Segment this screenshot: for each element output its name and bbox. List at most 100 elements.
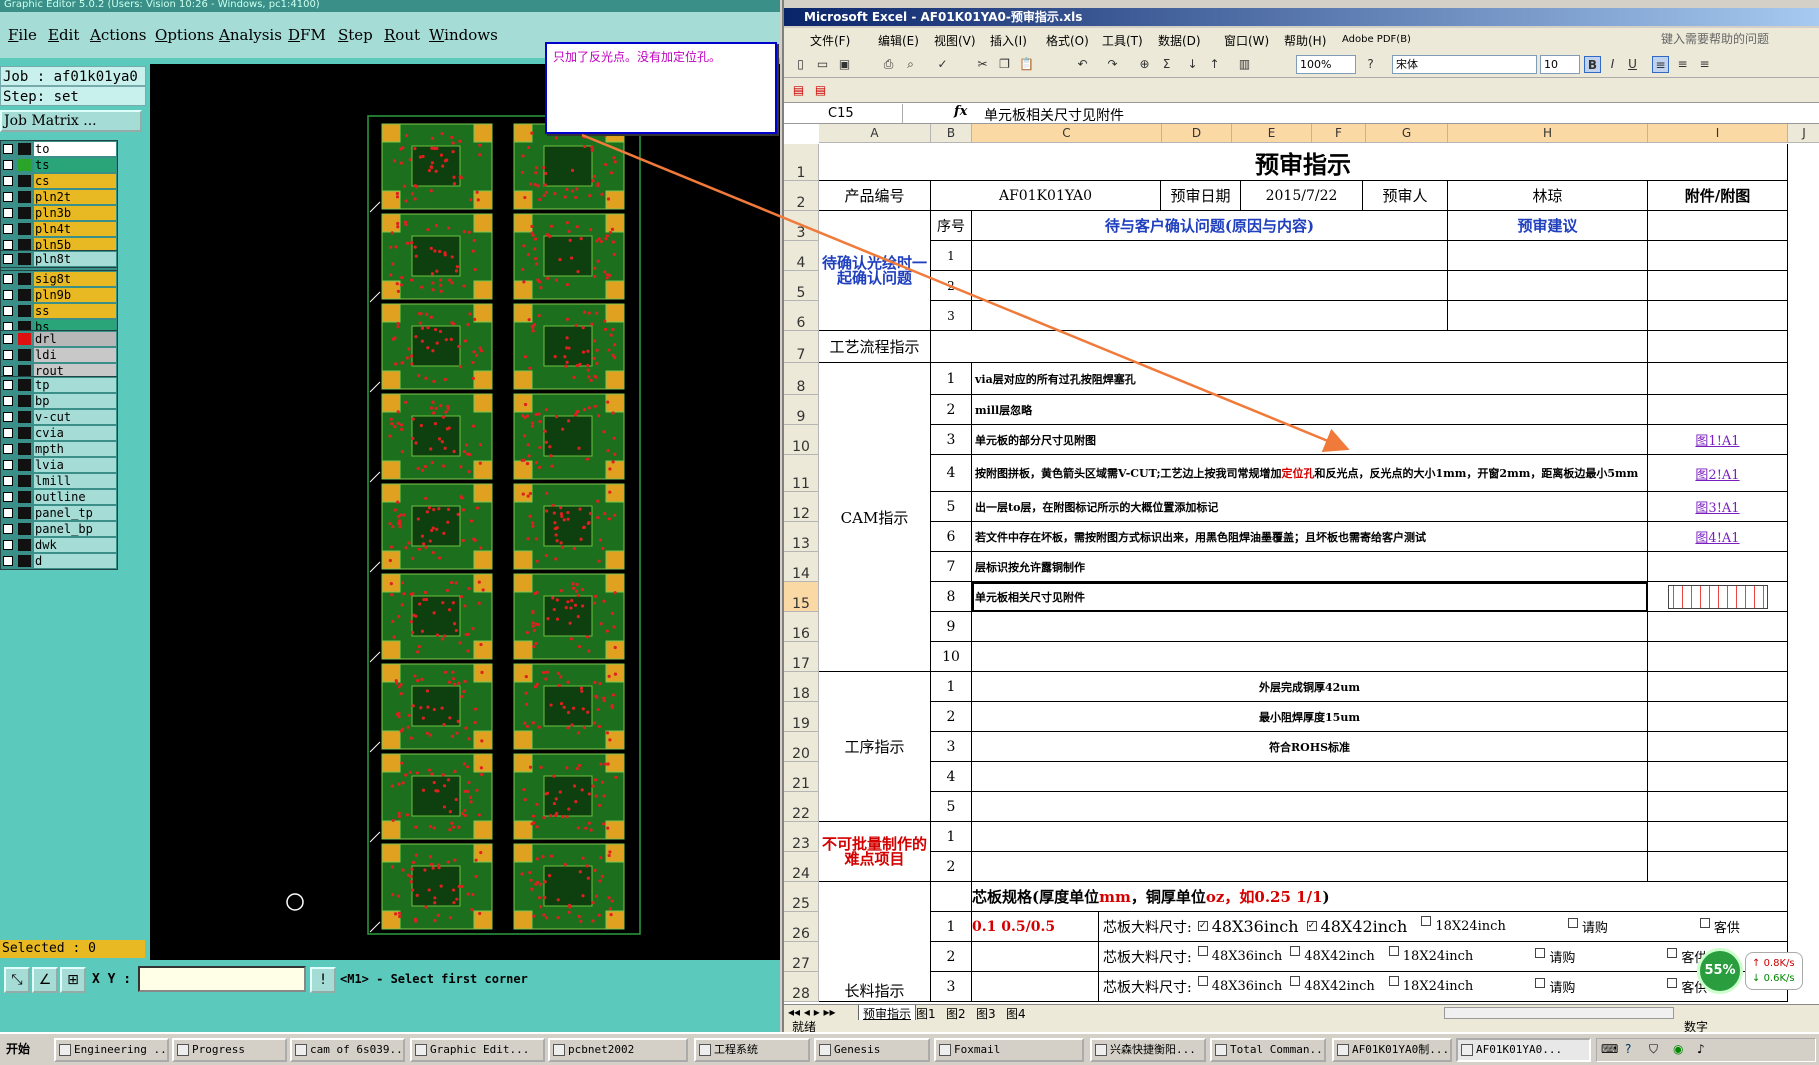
suggest-cell[interactable] [1448, 271, 1648, 301]
copy-icon[interactable]: ❐ [996, 56, 1013, 73]
layer-checkbox[interactable] [3, 208, 13, 218]
layer-checkbox[interactable] [3, 476, 13, 486]
tray-icon-sound[interactable]: ♪ [1697, 1042, 1705, 1056]
layer-color-swatch[interactable] [18, 459, 31, 471]
taskbar-item[interactable]: Total Comman... [1210, 1038, 1326, 1062]
layer-color-swatch[interactable] [18, 273, 31, 285]
cam-instruction[interactable]: via层对应的所有过孔按阻焊塞孔 [972, 363, 1648, 395]
layer-row[interactable]: pln2t [1, 189, 117, 205]
xy-input[interactable] [138, 966, 306, 992]
help-search-input[interactable]: 键入需要帮助的问题 [1661, 30, 1811, 48]
seq-number[interactable]: 3 [931, 732, 972, 762]
op-section-label[interactable]: 工序指示 [819, 672, 931, 822]
layer-color-swatch[interactable] [18, 491, 31, 503]
reviewer-label[interactable]: 预审人 [1363, 181, 1448, 211]
cam-instruction[interactable]: 出一层to层，在附图标记所示的大概位置添加标记 [972, 492, 1648, 522]
seq-number[interactable]: 3 [931, 425, 972, 455]
row-header[interactable]: 21 [784, 762, 819, 792]
seq-number[interactable]: 6 [931, 522, 972, 552]
measure-icon[interactable]: ∠ [32, 967, 58, 993]
function-icon[interactable]: fx [954, 104, 967, 119]
row-header[interactable]: 4 [784, 241, 819, 271]
convert-pdf-icon[interactable]: ▤ [790, 82, 807, 99]
size-18x24-checkbox[interactable] [1421, 916, 1432, 926]
layer-row[interactable]: ss [1, 303, 117, 319]
layer-color-swatch[interactable] [18, 555, 31, 567]
layer-color-swatch[interactable] [18, 207, 31, 219]
customer-supply-checkbox[interactable] [1667, 978, 1678, 988]
seq-number[interactable]: 5 [931, 492, 972, 522]
seq-number[interactable]: 2 [931, 702, 972, 732]
row-header[interactable]: 23 [784, 822, 819, 852]
layer-row[interactable]: sig8t [1, 271, 117, 287]
spelling-icon[interactable]: ✓ [934, 56, 951, 73]
size-18x24-checkbox[interactable] [1388, 976, 1399, 986]
row-header[interactable]: 15 [784, 582, 819, 612]
row-header[interactable]: 13 [784, 522, 819, 552]
size-48x36-checkbox[interactable]: ✓ [1197, 921, 1208, 931]
attach-cell[interactable] [1648, 271, 1788, 301]
layer-color-swatch[interactable] [18, 539, 31, 551]
op-instruction[interactable]: 最小阻焊厚度15um [972, 702, 1648, 732]
column-header[interactable]: C [972, 124, 1162, 143]
customer-supply-checkbox[interactable] [1667, 948, 1678, 958]
paste-icon[interactable]: 📋 [1018, 56, 1035, 73]
op-instruction[interactable]: 外层完成铜厚42um [972, 672, 1648, 702]
excel-menu-view[interactable]: 视图(V) [934, 32, 976, 49]
layer-row[interactable]: pln4t [1, 221, 117, 237]
layer-checkbox[interactable] [3, 460, 13, 470]
layer-row[interactable]: bp [1, 393, 117, 409]
size-48x42-checkbox[interactable] [1290, 946, 1301, 956]
process-section-label[interactable]: 工艺流程指示 [819, 331, 931, 363]
layer-row[interactable]: drl [1, 331, 117, 347]
print-preview-icon[interactable]: ⌕ [902, 56, 919, 73]
row-header[interactable]: 6 [784, 301, 819, 331]
cam-menu-edit[interactable]: Edit [48, 26, 79, 44]
layer-checkbox[interactable] [3, 144, 13, 154]
italic-icon[interactable]: I [1604, 56, 1621, 73]
product-no-label[interactable]: 产品编号 [819, 181, 931, 211]
size-18x24-option[interactable]: 18X24inch [1421, 916, 1506, 934]
core-size-row[interactable]: 芯板大料尺寸: 48X36inch 48X42inch 18X24inch 请购 客供 [1099, 942, 1788, 972]
bold-icon[interactable]: B [1584, 56, 1601, 73]
hard-cell[interactable] [972, 822, 1648, 852]
sheet-title[interactable]: 预审指示 [819, 144, 1788, 181]
taskbar-item[interactable]: Engineering ... [54, 1038, 169, 1062]
row-header[interactable]: 10 [784, 425, 819, 455]
row-header[interactable]: 25 [784, 882, 819, 912]
layer-color-swatch[interactable] [18, 427, 31, 439]
seq-number[interactable]: 3 [931, 301, 972, 331]
row-header[interactable]: 27 [784, 942, 819, 972]
layer-checkbox[interactable] [3, 540, 13, 550]
core-section-label[interactable]: 长料指示 [819, 882, 931, 1002]
layer-checkbox[interactable] [3, 444, 13, 454]
customer-supply-checkbox[interactable] [1699, 918, 1710, 928]
layer-checkbox[interactable] [3, 380, 13, 390]
cam-instruction[interactable]: 若文件中存在坏板，需按附图方式标识出来，用黑色阻焊油墨覆盖；且坏板也需寄给客户测… [972, 522, 1648, 552]
purchase-checkbox[interactable] [1535, 978, 1546, 988]
layer-checkbox[interactable] [3, 350, 13, 360]
horizontal-scrollbar[interactable] [1444, 1007, 1674, 1019]
layer-row[interactable]: v-cut [1, 409, 117, 425]
open-icon[interactable]: ▭ [814, 56, 831, 73]
tray-icon-shield[interactable]: ⛉ [1649, 1042, 1658, 1057]
attachment-link-cell[interactable]: 图3!A1 [1648, 492, 1788, 522]
size-48x42-option[interactable]: ✓ 48X42inch [1306, 917, 1407, 936]
layer-row[interactable]: pln9b [1, 287, 117, 303]
size-18x24-option[interactable]: 18X24inch [1388, 946, 1473, 964]
layer-color-swatch[interactable] [18, 159, 31, 171]
chart-icon[interactable]: ▥ [1236, 56, 1253, 73]
size-48x42-checkbox[interactable] [1290, 976, 1301, 986]
layer-row[interactable]: pln8t [1, 251, 117, 267]
attach-cell[interactable] [1648, 822, 1788, 852]
row-header[interactable]: 1 [784, 144, 819, 181]
taskbar-item[interactable]: Progress [172, 1038, 287, 1062]
size-48x42-option[interactable]: 48X42inch [1290, 976, 1375, 994]
seq-number[interactable]: 3 [931, 972, 972, 1002]
print-icon[interactable]: ⎙ [880, 56, 897, 73]
seq-number[interactable]: 1 [931, 363, 972, 395]
row-header[interactable]: 17 [784, 642, 819, 672]
confirm-cell[interactable] [972, 241, 1448, 271]
excel-menu-adobe-pdf[interactable]: Adobe PDF(B) [1342, 34, 1411, 45]
redo-icon[interactable]: ↷ [1104, 56, 1121, 73]
